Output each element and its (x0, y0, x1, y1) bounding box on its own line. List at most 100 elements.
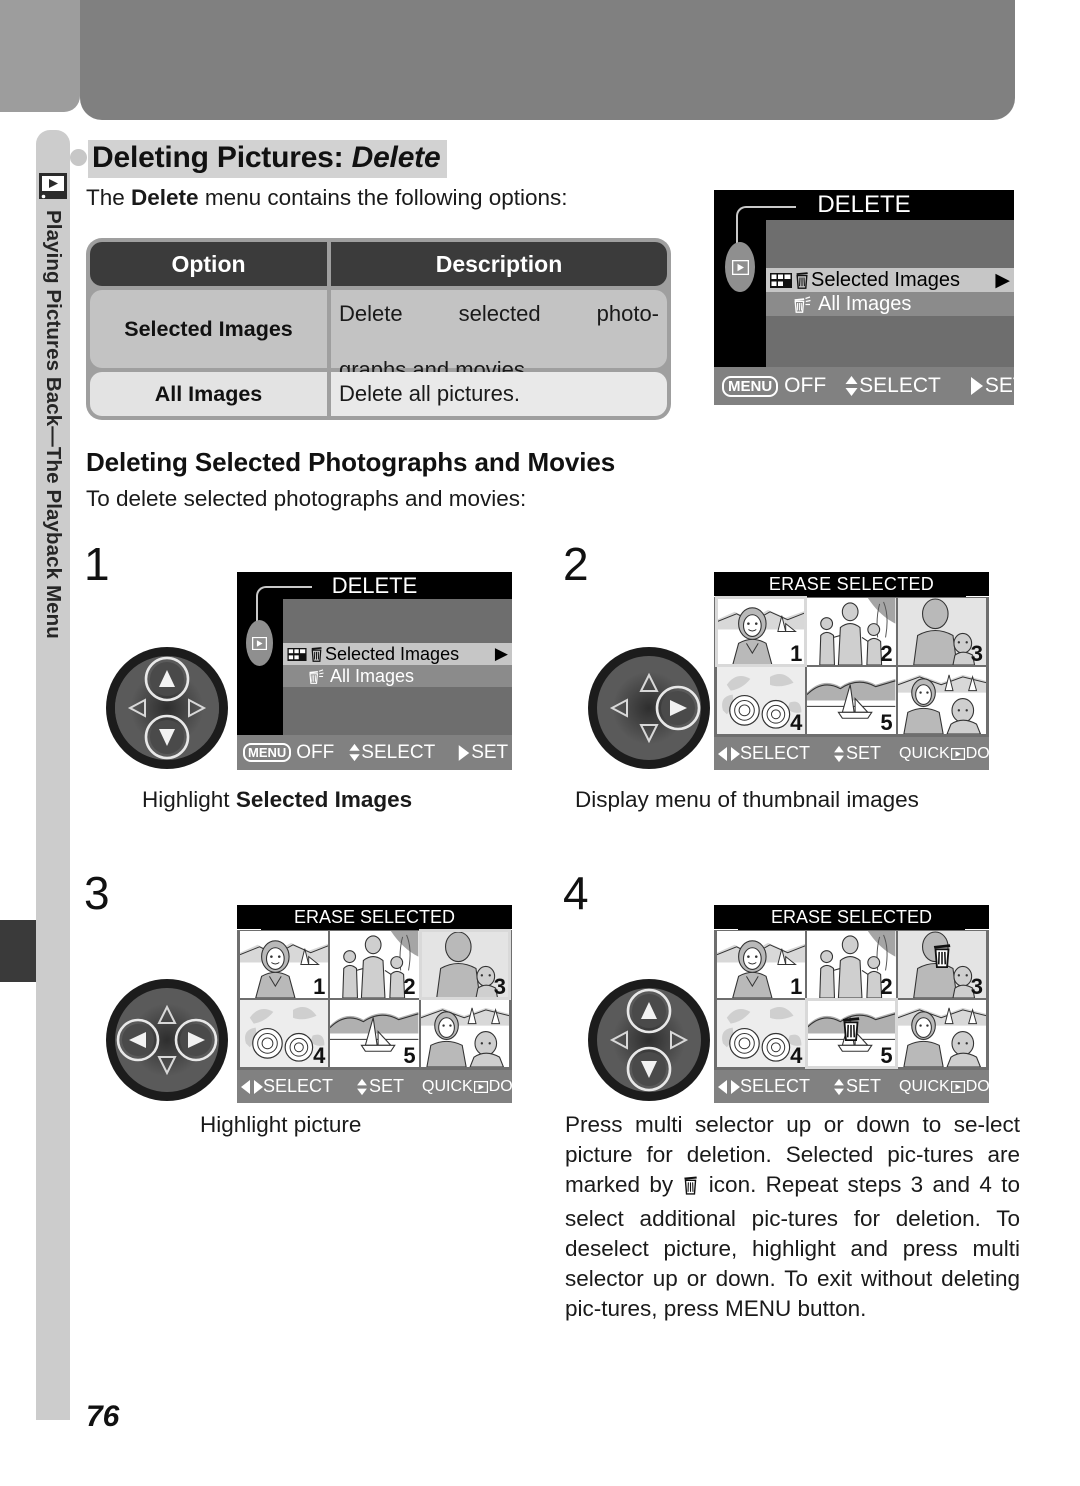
table-cell-description: Delete all pictures. (331, 372, 667, 416)
thumbnail-3[interactable]: 3 (897, 931, 986, 998)
thumbnail-grid: 1 2 3 4 5 (240, 929, 512, 1067)
table-header-row: Option Description (90, 242, 667, 286)
set-label: SET (984, 374, 1026, 397)
multi-selector-dial-step1[interactable] (104, 645, 230, 776)
section-title: Deleting Selected Photographs and Movies (86, 447, 616, 477)
intro-bold: Delete (131, 185, 199, 210)
thumbnail-4[interactable]: 4 (717, 667, 806, 734)
set-label: SET (471, 741, 509, 763)
thumbnail-2[interactable]: 2 (330, 931, 419, 998)
done-label: DONE (965, 744, 1012, 762)
playback-icon (473, 1080, 488, 1093)
thumbnail-number: 2 (880, 641, 893, 665)
menu-item-all-images[interactable]: All Images (283, 665, 512, 687)
thumbnail-grid: 1 2 3 4 5 (714, 596, 986, 734)
lcd-title: ERASE SELECTED IMAGES (714, 905, 990, 952)
quick-label: QUICK (899, 1077, 950, 1095)
thumbnail-number: 4 (790, 710, 803, 734)
thumbnail-number: 1 (313, 974, 326, 998)
thumbnail-4[interactable]: 4 (717, 1000, 806, 1067)
header-band (80, 0, 1015, 120)
lcd-title-text: DELETE (817, 191, 911, 218)
thumbnail-6[interactable] (420, 1000, 509, 1067)
table-header-description: Description (331, 242, 667, 286)
set-label: SET (846, 743, 882, 763)
table-cell-option: All Images (90, 372, 327, 416)
select-label: SELECT (859, 374, 941, 397)
lcd-title-text: DELETE (331, 573, 418, 598)
trash-multi-icon (307, 668, 325, 684)
page-title-main: Deleting Pictures: (92, 141, 344, 174)
thumbnail-6[interactable] (897, 667, 986, 734)
thumbnail-3[interactable]: 3 (897, 598, 986, 665)
step-2-caption: Display menu of thumbnail images (575, 787, 919, 812)
thumbnail-number: 5 (403, 1043, 416, 1067)
trash-icon (683, 1173, 698, 1203)
thumbnail-2[interactable]: 2 (807, 931, 896, 998)
thumbnail-grid-icon (287, 647, 307, 661)
multi-selector-dial-step2[interactable] (586, 645, 712, 776)
thumbnail-5[interactable]: 5 (807, 667, 896, 734)
thumbnail-5[interactable]: 5 (330, 1000, 419, 1067)
up-down-arrows-icon (832, 1078, 846, 1096)
thumbnail-number: 2 (880, 974, 893, 998)
playback-tab-icon (725, 242, 755, 292)
table-row: All Images Delete all pictures. (90, 372, 667, 416)
playback-icon (950, 747, 965, 760)
table-row: Selected Images Delete selected photo- g… (90, 290, 667, 382)
thumbnail-3[interactable]: 3 (418, 929, 512, 1000)
thumbnail-number: 1 (790, 641, 803, 665)
select-label: SELECT (361, 741, 436, 763)
done-label: DONE (488, 1077, 535, 1095)
trash-multi-icon (792, 295, 812, 313)
quick-label: QUICK (422, 1077, 473, 1095)
chapter-label: Playing Pictures Back—The Playback Menu (36, 210, 70, 790)
lcd-statusbar: MENU OFF SELECT SET (714, 367, 1026, 405)
menu-badge-text: MENU (248, 745, 287, 760)
menu-badge-icon: MENU (722, 375, 779, 397)
lcd-title: ERASE SELECTED IMAGES (237, 905, 513, 952)
step-4-body: Press multi selector up or down to se-le… (565, 1110, 1020, 1324)
quick-label: QUICK (899, 744, 950, 762)
step-number-4: 4 (563, 867, 589, 919)
trash-icon (932, 944, 952, 969)
thumbnail-4[interactable]: 4 (240, 1000, 329, 1067)
thumbnail-1[interactable]: 1 (717, 931, 806, 998)
step-number-1: 1 (84, 538, 110, 590)
table-header-option: Option (90, 242, 327, 286)
multi-selector-dial-step4[interactable] (586, 977, 712, 1108)
menu-item-selected-images[interactable]: Selected Images ▶ (766, 268, 1014, 292)
right-arrow-icon: ▶ (494, 644, 508, 663)
chapter-label-text: Playing Pictures Back—The Playback Menu (42, 210, 65, 639)
lcd-statusbar: MENU OFF SELECT SET (237, 735, 512, 770)
title-bullet-icon (70, 149, 87, 166)
section-intro: To delete selected photographs and movie… (86, 486, 527, 511)
thumbnail-grid: 1 2 3 4 5 (717, 931, 986, 1069)
left-right-arrows-icon (718, 746, 740, 762)
menu-item-label: Selected Images (325, 643, 460, 664)
page-number: 76 (86, 1400, 120, 1433)
playback-icon (950, 1080, 965, 1093)
menu-item-all-images[interactable]: All Images (766, 292, 1014, 316)
left-right-arrows-icon (241, 1079, 263, 1095)
intro-after: menu contains the following options: (198, 185, 568, 210)
thumbnail-2[interactable]: 2 (807, 598, 896, 665)
manual-page: Playing Pictures Back—The Playback Menu … (0, 0, 1080, 1486)
thumbnail-6[interactable] (897, 1000, 986, 1067)
thumbnail-1[interactable]: 1 (714, 596, 808, 667)
menu-item-selected-images[interactable]: Selected Images ▶ (283, 643, 512, 665)
lcd-statusbar: SELECT SET QUICK DONE (714, 737, 1012, 770)
thumbnail-5[interactable]: 5 (805, 998, 898, 1069)
set-label: SET (846, 1076, 882, 1096)
menu-connector-line (736, 206, 796, 246)
erase-selected-screen-step3: ERASE SELECTED IMAGES (237, 905, 535, 1103)
multi-selector-dial-step3[interactable] (104, 977, 230, 1108)
thumbnail-number: 3 (970, 641, 983, 665)
page-title: Deleting Pictures: Delete (70, 140, 448, 178)
menu-item-label: Selected Images (811, 268, 960, 291)
playback-icon (36, 166, 70, 206)
thumbnail-1[interactable]: 1 (240, 931, 329, 998)
erase-selected-screen-step4: ERASE SELECTED IMAGES (714, 905, 1012, 1103)
table-cell-option: Selected Images (90, 290, 327, 368)
select-label: SELECT (263, 1076, 334, 1096)
